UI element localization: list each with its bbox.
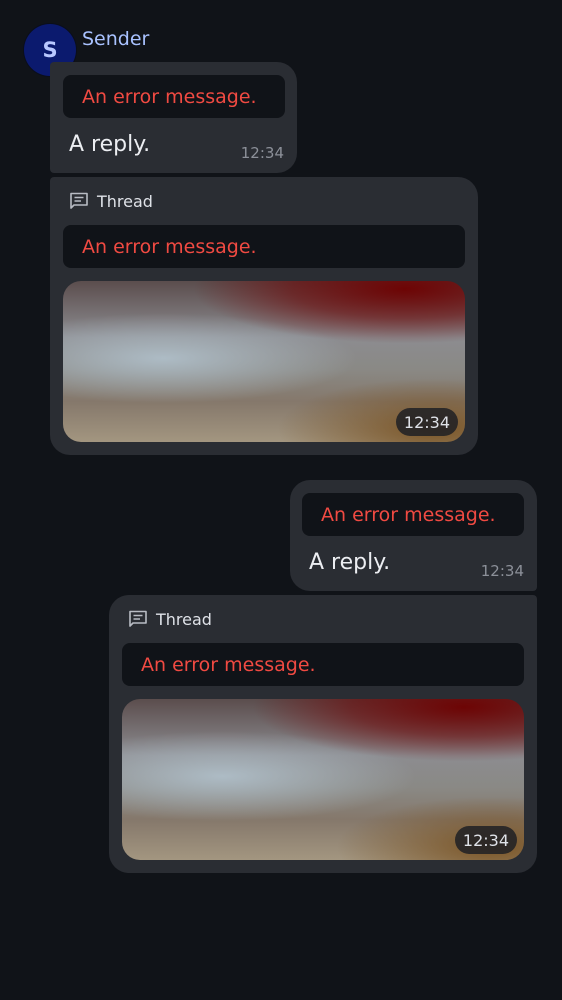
thread-label: Thread [97, 191, 153, 211]
sender-name[interactable]: Sender [82, 28, 149, 50]
avatar-initial: S [42, 38, 58, 62]
quote-text: An error message. [141, 653, 316, 676]
thread-summary[interactable]: Thread [128, 608, 212, 630]
quoted-error-message[interactable]: An error message. [63, 75, 285, 118]
media-image[interactable]: 12:34 [122, 699, 524, 860]
message-body: A reply. [69, 132, 151, 157]
quote-text: An error message. [82, 235, 257, 258]
message-timestamp: 12:34 [480, 562, 524, 580]
quote-text: An error message. [321, 503, 496, 526]
thread-icon [70, 192, 88, 209]
media-image[interactable]: 12:34 [63, 281, 465, 442]
message-body: A reply. [309, 550, 391, 575]
thread-icon [129, 610, 147, 627]
quote-text: An error message. [82, 85, 257, 108]
message-timestamp: 12:34 [240, 144, 284, 162]
timeline: S Sender An error message. A reply. 12:3… [0, 0, 562, 1000]
media-timestamp: 12:34 [395, 408, 458, 436]
incoming-reply-bubble[interactable]: An error message. A reply. 12:34 [50, 62, 297, 173]
quoted-error-message[interactable]: An error message. [63, 225, 465, 268]
thread-label: Thread [156, 609, 212, 629]
outgoing-thread-bubble[interactable]: Thread An error message. 12:34 [109, 595, 537, 873]
thread-summary[interactable]: Thread [69, 190, 153, 212]
quoted-error-message[interactable]: An error message. [122, 643, 524, 686]
outgoing-reply-bubble[interactable]: An error message. A reply. 12:34 [290, 480, 537, 591]
quoted-error-message[interactable]: An error message. [302, 493, 524, 536]
media-timestamp: 12:34 [454, 826, 517, 854]
incoming-thread-bubble[interactable]: Thread An error message. 12:34 [50, 177, 478, 455]
